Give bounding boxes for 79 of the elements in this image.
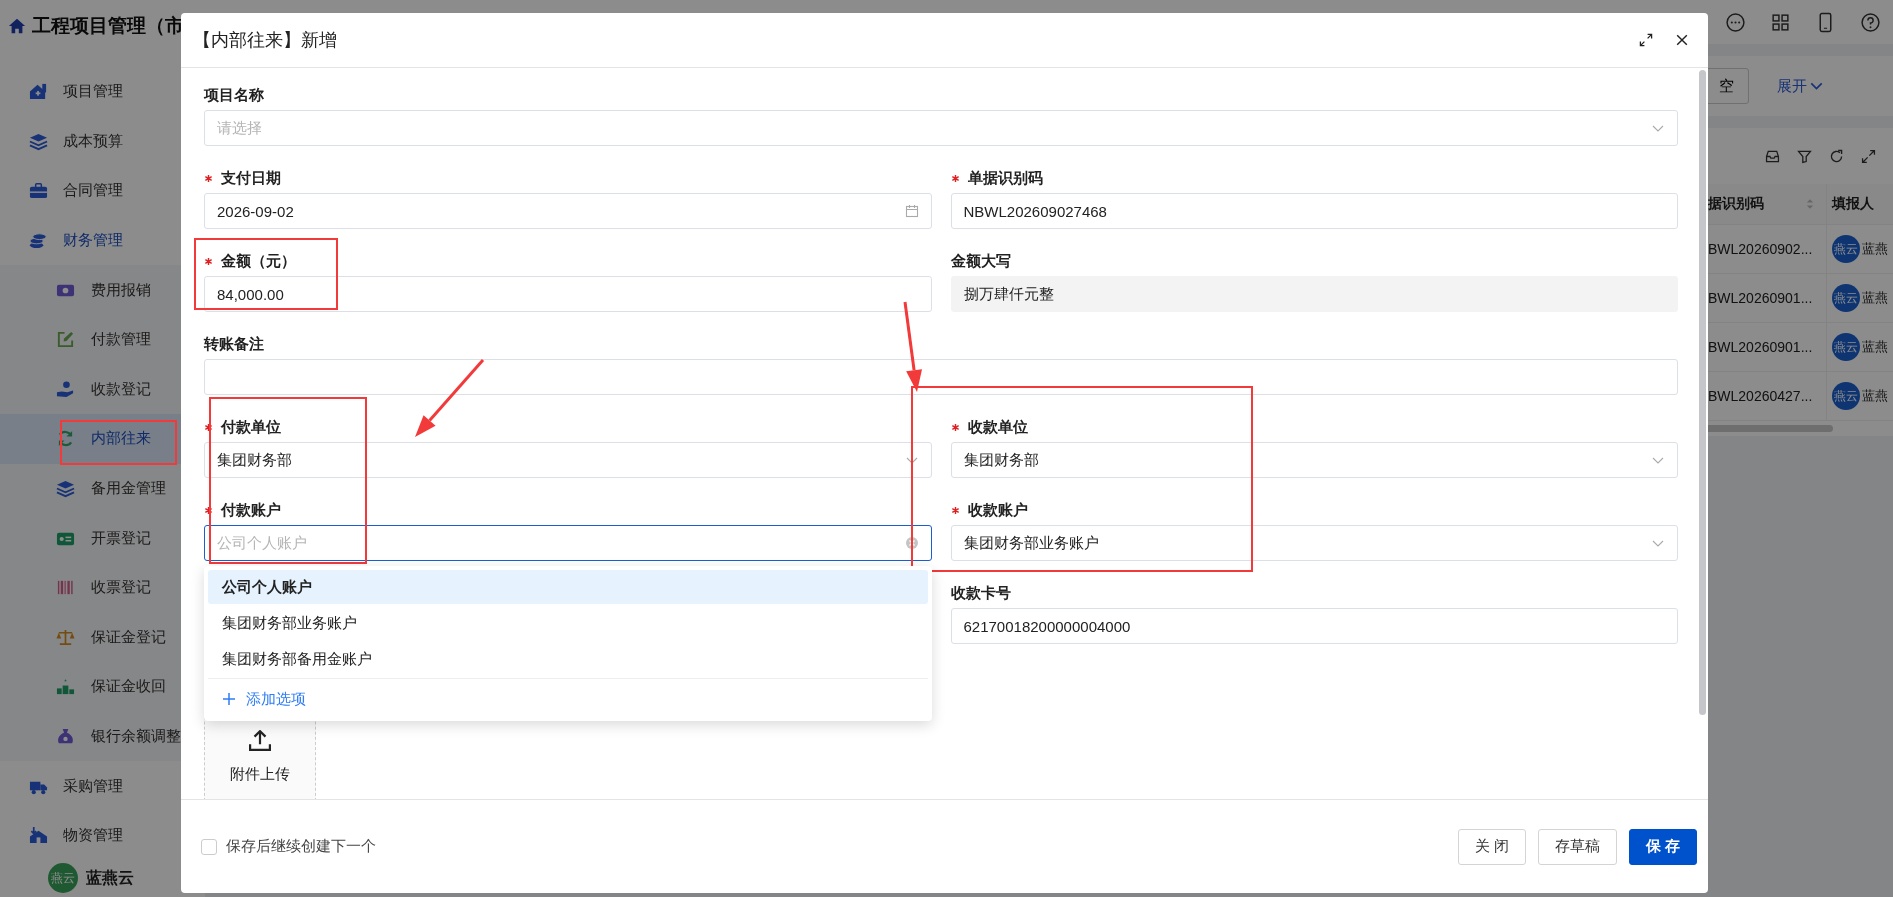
refresh-icon xyxy=(56,429,75,449)
dropdown-option[interactable]: 集团财务部业务账户 xyxy=(208,606,928,640)
user-name: 蓝燕 xyxy=(1862,289,1888,307)
sidebar-item[interactable]: 财务管理 xyxy=(0,215,205,266)
house-arrow-icon xyxy=(29,826,48,846)
sidebar-subitem[interactable]: 开票登记 xyxy=(0,513,205,563)
sidebar-subitem[interactable]: 费用报销 xyxy=(0,265,205,315)
field-label: 收款卡号 xyxy=(950,583,1011,603)
input-field[interactable] xyxy=(204,359,1678,395)
date-field[interactable]: 2026-09-02 xyxy=(204,193,932,229)
user-name: 蓝燕 xyxy=(1862,387,1888,405)
field-label: 金额（元） xyxy=(221,251,296,271)
briefcase-icon xyxy=(29,181,48,201)
refresh-icon[interactable] xyxy=(1828,147,1845,165)
field-label: 转账备注 xyxy=(204,334,264,354)
dialog-title: 【内部往来】新增 xyxy=(193,29,338,52)
input-field[interactable]: 62170018200000004000 xyxy=(950,608,1678,644)
column-header[interactable]: 填报人 xyxy=(1827,184,1893,224)
field-label: 单据识别码 xyxy=(967,168,1043,188)
help-icon[interactable] xyxy=(1860,11,1881,33)
coins-icon xyxy=(29,231,48,251)
user-avatar: 燕云 xyxy=(1832,382,1860,410)
input-field[interactable]: 84,000.00 xyxy=(204,276,932,312)
dialog-button[interactable]: 存草稿 xyxy=(1537,828,1617,865)
user-name: 蓝燕 xyxy=(1862,240,1888,258)
sidebar-item[interactable]: 项目管理 xyxy=(0,67,205,117)
upload-icon xyxy=(249,730,271,751)
field-label: 金额大写 xyxy=(950,251,1011,271)
sidebar-subitem[interactable]: 备用金管理 xyxy=(0,463,205,514)
user-avatar: 燕云 xyxy=(1832,284,1860,312)
user-name: 蓝燕 xyxy=(1862,338,1888,356)
layers-icon xyxy=(29,131,48,151)
house-plus-icon xyxy=(29,82,48,102)
field-label: 付款账户 xyxy=(221,500,281,520)
clear-icon[interactable] xyxy=(904,536,919,550)
sidebar-subitem[interactable]: 收款登记 xyxy=(0,364,205,415)
chat-icon[interactable] xyxy=(1725,11,1746,33)
select-field[interactable]: 集团财务部 xyxy=(204,442,932,478)
scrollbar[interactable] xyxy=(1699,70,1706,715)
field-label: 收款单位 xyxy=(967,417,1028,437)
grid-icon[interactable] xyxy=(1770,11,1791,33)
sidebar-subitem[interactable]: 保证金收回 xyxy=(0,662,205,712)
sidebar-subitem[interactable]: 保证金登记 xyxy=(0,612,205,663)
dropdown-option[interactable]: 集团财务部备用金账户 xyxy=(208,642,928,676)
money-bag-icon xyxy=(56,727,75,746)
sidebar-item[interactable]: 合同管理 xyxy=(0,166,205,216)
user-avatar: 燕云 xyxy=(1832,235,1860,263)
field-label: 付款单位 xyxy=(221,417,281,437)
field-label: 收款账户 xyxy=(967,500,1028,520)
app-title: 工程项目管理（市 xyxy=(32,14,184,38)
home-icon xyxy=(8,17,26,35)
plus-icon xyxy=(222,692,236,706)
input-field[interactable]: NBWL202609027468 xyxy=(950,193,1678,229)
chevron-down-icon xyxy=(1810,82,1823,90)
expand-link[interactable]: 展开 xyxy=(1777,76,1823,96)
maximize-icon[interactable] xyxy=(1638,32,1654,48)
save-button[interactable]: 保 存 xyxy=(1628,828,1697,865)
dropdown-option[interactable]: 公司个人账户 xyxy=(208,570,928,604)
select-field[interactable]: 集团财务部业务账户 xyxy=(950,525,1678,561)
field-label: 支付日期 xyxy=(221,168,281,188)
sidebar-item[interactable]: 成本预算 xyxy=(0,116,205,167)
sidebar-subitem[interactable]: 收票登记 xyxy=(0,562,205,613)
user-avatar: 燕云 xyxy=(1832,333,1860,361)
layers-icon xyxy=(56,479,75,499)
sidebar-item[interactable]: 采购管理 xyxy=(0,761,205,811)
podium-icon xyxy=(56,677,75,697)
readonly-field: 捌万肆仟元整 xyxy=(950,276,1678,312)
fullscreen-icon[interactable] xyxy=(1860,147,1877,165)
hand-coin-icon xyxy=(56,379,75,399)
user-name: 蓝燕云 xyxy=(86,867,134,888)
sidebar-subitem[interactable]: 银行余额调整 xyxy=(0,711,205,762)
sidebar-subitem[interactable]: 付款管理 xyxy=(0,314,205,365)
dialog-button[interactable]: 关 闭 xyxy=(1457,828,1526,865)
edit-icon xyxy=(56,330,75,350)
select-field[interactable]: 集团财务部 xyxy=(950,442,1678,478)
field-label: 项目名称 xyxy=(204,85,264,105)
upload-label: 附件上传 xyxy=(230,765,290,784)
scale-icon xyxy=(56,627,75,647)
close-icon[interactable] xyxy=(1674,32,1690,48)
